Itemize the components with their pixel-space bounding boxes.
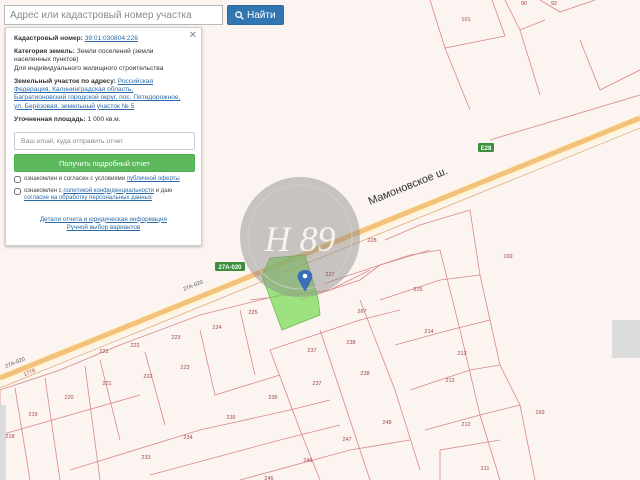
parcel-number: 246 bbox=[303, 458, 312, 464]
category-row: Категория земель: Земли поселений (земли… bbox=[14, 48, 193, 73]
parcel-number: 219 bbox=[28, 412, 37, 418]
parcel-number: 223 bbox=[180, 365, 189, 371]
parcel-number: 222 bbox=[130, 343, 139, 349]
parcel-number: 169 bbox=[503, 254, 512, 260]
road-badge-27a: 27А-020 bbox=[215, 262, 245, 271]
address-link-2[interactable]: Федерация, Калининградская область, bbox=[14, 86, 133, 93]
category-value: Земли поселений (земли bbox=[76, 48, 154, 56]
personal-data-link[interactable]: согласие на обработку персональных данны… bbox=[24, 195, 152, 201]
parcel-number: 225 bbox=[248, 310, 257, 316]
offer-link[interactable]: публичной оферты bbox=[127, 176, 180, 182]
parcel-number: 221 bbox=[99, 349, 108, 355]
cadastral-row: Кадастровый номер: 39:01:030804:226 bbox=[14, 35, 193, 43]
manual-selection-link[interactable]: Ручной выбор вариантов bbox=[14, 224, 193, 233]
parcel-number: 247 bbox=[342, 437, 351, 443]
parcel-number: 218 bbox=[5, 434, 14, 440]
consent-privacy-checkbox[interactable] bbox=[14, 187, 21, 195]
parcel-number: 220 bbox=[64, 395, 73, 401]
parcel-number: 233 bbox=[141, 455, 150, 461]
consent-privacy: ознакомлен с политикой конфиденциальност… bbox=[14, 187, 193, 203]
address-link-4[interactable]: ул. Берёзовая, земельный участок № 5 bbox=[14, 103, 134, 110]
cadastral-label: Кадастровый номер: bbox=[14, 35, 83, 42]
parcel-number: 238 bbox=[360, 371, 369, 377]
consent-privacy-text-2: и даю bbox=[155, 187, 173, 194]
area-value: 1 000 кв.м. bbox=[87, 115, 121, 123]
parcel-number: 213 bbox=[445, 378, 454, 384]
search-input[interactable] bbox=[4, 5, 223, 25]
parcel-number: 227 bbox=[325, 272, 334, 278]
close-icon[interactable]: ✕ bbox=[189, 30, 197, 43]
parcel-number: 237 bbox=[307, 348, 316, 354]
parcel-number: 248 bbox=[382, 420, 391, 426]
parcel-number: 213 bbox=[457, 351, 466, 357]
category-label: Категория земель: bbox=[14, 48, 75, 56]
svg-text:E28: E28 bbox=[481, 146, 492, 152]
parcel-number: 92 bbox=[551, 1, 557, 7]
parcel-number: 245 bbox=[264, 476, 273, 480]
search-button-label: Найти bbox=[247, 9, 276, 21]
parcel-number: 228 bbox=[367, 238, 376, 244]
address-link-3[interactable]: Багратионовский городской округ, пос. Пя… bbox=[14, 94, 180, 101]
building-shape-left bbox=[0, 405, 6, 480]
building-shape bbox=[612, 320, 640, 358]
parcel-number: 222 bbox=[143, 374, 152, 380]
cadastral-number-link[interactable]: 39:01:030804:226 bbox=[85, 35, 138, 42]
road-badge-e28: E28 bbox=[478, 143, 494, 152]
parcel-number: 223 bbox=[171, 335, 180, 341]
consent-privacy-text: ознакомлен с bbox=[24, 187, 62, 194]
privacy-policy-link[interactable]: политикой конфиденциальности bbox=[63, 188, 154, 194]
parcel-number: 224 bbox=[212, 325, 221, 331]
parcel-number: 267 bbox=[357, 309, 366, 315]
search-bar: Найти bbox=[4, 5, 284, 25]
parcel-number: 215 bbox=[413, 287, 422, 293]
svg-text:27А-020: 27А-020 bbox=[218, 265, 242, 271]
search-button[interactable]: Найти bbox=[227, 5, 284, 25]
info-panel: ✕ Кадастровый номер: 39:01:030804:226 Ка… bbox=[5, 27, 202, 246]
consent-offer-text: ознакомлен и согласен с условиями bbox=[24, 176, 126, 183]
parcel-number: 169 bbox=[535, 410, 544, 416]
address-label: Земельный участок по адресу: bbox=[14, 77, 116, 85]
parcel-number: 238 bbox=[346, 340, 355, 346]
parcel-number: 234 bbox=[183, 435, 192, 441]
parcel-number: 101 bbox=[461, 17, 470, 23]
permitted-use: Для индивидуального жилищного строительс… bbox=[14, 64, 164, 72]
area-label: Уточненная площадь: bbox=[14, 115, 86, 123]
parcel-number: 221 bbox=[102, 381, 111, 387]
address-link[interactable]: Российская bbox=[118, 78, 153, 85]
parcel-number: 211 bbox=[481, 466, 490, 472]
search-icon bbox=[235, 10, 244, 20]
address-row: Земельный участок по адресу: Российская … bbox=[14, 78, 193, 111]
parcel-number: 212 bbox=[461, 422, 470, 428]
consent-offer: ознакомлен и согласен с условиями публич… bbox=[14, 176, 193, 184]
footer-links: Детали отчета и юридическая информация Р… bbox=[14, 216, 193, 234]
consent-offer-checkbox[interactable] bbox=[14, 176, 21, 184]
parcel-number: 90 bbox=[521, 1, 527, 7]
category-value-2: населенных пунктов) bbox=[14, 56, 79, 64]
svg-text:Н 89: Н 89 bbox=[264, 219, 336, 259]
get-report-button[interactable]: Получить подробный отчет bbox=[14, 154, 195, 173]
parcel-number: 236 bbox=[268, 395, 277, 401]
area-row: Уточненная площадь: 1 000 кв.м. bbox=[14, 116, 193, 124]
email-field[interactable] bbox=[14, 132, 195, 151]
parcel-number: 237 bbox=[312, 381, 321, 387]
parcel-number: 214 bbox=[424, 329, 433, 335]
parcel-number: 235 bbox=[226, 415, 235, 421]
